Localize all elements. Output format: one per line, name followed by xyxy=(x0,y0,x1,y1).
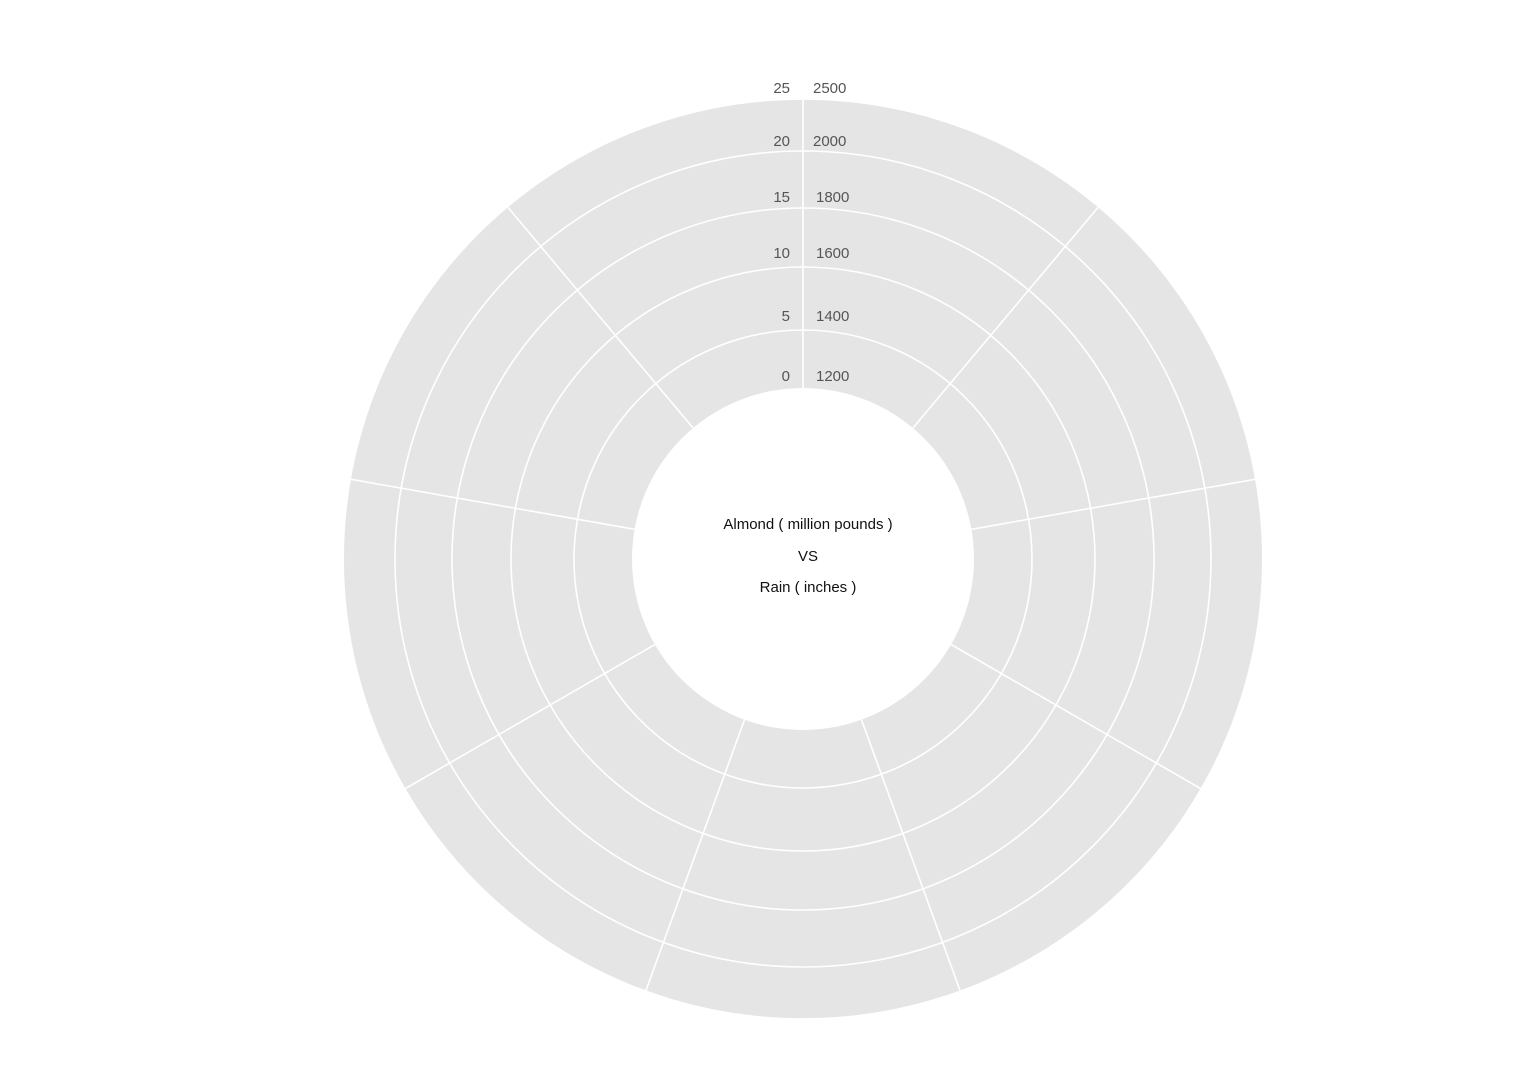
almond-tick-label: 1400 xyxy=(816,308,849,325)
almond-tick-label: 1800 xyxy=(816,189,849,206)
center-line-almond: Almond ( million pounds ) xyxy=(723,516,892,533)
center-line-rain: Rain ( inches ) xyxy=(760,579,857,596)
rain-tick-label: 15 xyxy=(773,189,790,206)
rain-tick-label: 25 xyxy=(773,80,790,97)
almond-tick-label: 2500 xyxy=(813,80,846,97)
radial-chart-svg: 0 5 10 15 20 25 1200 1400 1600 1800 2000 2500 Almon… xyxy=(343,80,1262,1019)
rain-tick-label: 5 xyxy=(782,308,790,325)
center-title: Almond ( million pounds ) VS Rain ( inch… xyxy=(723,516,892,596)
center-line-vs: VS xyxy=(798,548,818,565)
rain-tick-label: 20 xyxy=(773,133,790,150)
almond-tick-label: 1200 xyxy=(816,368,849,385)
almond-tick-label: 1600 xyxy=(816,245,849,262)
rain-tick-label: 0 xyxy=(782,368,790,385)
radial-chart: 0 5 10 15 20 25 1200 1400 1600 1800 2000 2500 Almon… xyxy=(0,0,1527,1071)
almond-tick-label: 2000 xyxy=(813,133,846,150)
rain-tick-label: 10 xyxy=(773,245,790,262)
